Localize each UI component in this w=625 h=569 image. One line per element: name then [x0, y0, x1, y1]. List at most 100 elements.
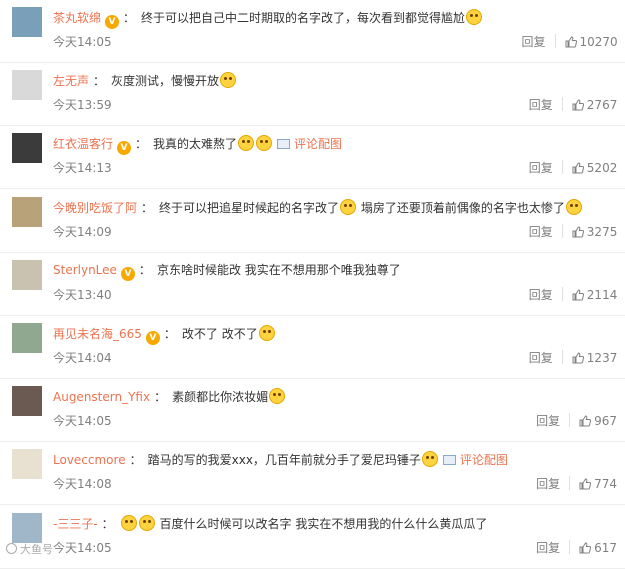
- comment-item: SterlynLee V： 京东啥时候能改 我实在不想用那个唯我独尊了 今天13:4…: [0, 253, 625, 316]
- action-divider: [569, 539, 571, 554]
- comment-time: 今天14:05: [53, 540, 112, 555]
- comment-time: 今天13:40: [53, 287, 112, 302]
- user-avatar[interactable]: [12, 133, 42, 164]
- action-divider: [554, 34, 556, 48]
- comment-content: SterlynLee V： 京东啥时候能改 我实在不想用那个唯我独尊了: [53, 262, 617, 281]
- comment-colon: ：: [154, 390, 167, 405]
- like-count: 3275: [586, 224, 618, 239]
- emoji-icon: [220, 72, 237, 89]
- comment-text: 终于可以把自己中二时期取的名字改了，每次看到都觉得尴尬: [141, 11, 466, 25]
- comment-item: 今晚别吃饭了阿 ： 终于可以把追星时候起的名字改了 塌房了还要顶着前偶像的名字也太惨…: [0, 190, 625, 253]
- comment-text: 我真的太难熬了: [153, 137, 238, 152]
- emoji-icon: [269, 388, 286, 405]
- comment-item: Loveccmore：踏马的写的我爱xxx，几百年前就分手了爱尼玛锤子 评论配图 …: [0, 442, 625, 506]
- like-count: 967: [594, 414, 617, 429]
- action-divider: [561, 223, 563, 238]
- verified-badge-icon: V: [120, 266, 135, 281]
- like-count: 2114: [586, 287, 618, 302]
- like-count: 2767: [586, 98, 618, 113]
- like-button[interactable]: 3275: [572, 224, 618, 240]
- reply-button[interactable]: 回复: [522, 34, 546, 50]
- like-count: 617: [594, 540, 617, 555]
- comment-time: 今天14:09: [53, 224, 112, 239]
- comment-username[interactable]: 今晚别吃饭了阿: [53, 201, 137, 215]
- comment-text-continued: 塌房了还要顶着前偶像的名字也太惨了: [360, 200, 565, 215]
- avatar-image: [12, 386, 42, 416]
- comment-username[interactable]: Loveccmore: [53, 453, 126, 467]
- reply-button[interactable]: 回复: [529, 350, 553, 366]
- comment-username[interactable]: SterlynLee: [53, 263, 117, 277]
- like-button[interactable]: 2767: [572, 97, 618, 113]
- verified-badge-icon: V: [117, 141, 132, 156]
- comment-colon: ：: [163, 327, 176, 341]
- action-divider: [569, 476, 571, 491]
- user-avatar[interactable]: [12, 323, 42, 353]
- user-avatar[interactable]: [12, 512, 42, 543]
- comment-text: 踏马的写的我爱xxx，几百年前就分手了爱尼玛锤子: [147, 453, 421, 468]
- user-avatar[interactable]: [12, 7, 42, 37]
- action-divider: [561, 286, 563, 301]
- comment-username[interactable]: Augenstern_Yfix: [53, 390, 150, 404]
- comment-time: 今天14:04: [53, 351, 112, 365]
- reply-button[interactable]: 回复: [529, 160, 553, 176]
- comment-item: 茶丸软绵 V： 终于可以把自己中二时期取的名字改了，每次看到都觉得尴尬 今天14:0…: [0, 0, 625, 63]
- user-avatar[interactable]: [12, 259, 42, 290]
- comment-username[interactable]: 茶丸软绵: [53, 11, 101, 25]
- comment-content: 再见未名海_665 V： 改不了 改不了: [53, 325, 617, 345]
- thumbs-up-icon: [579, 415, 592, 427]
- emoji-icon: [466, 9, 483, 25]
- thumbs-up-icon: [572, 289, 584, 301]
- comment-item: Augenstern_Yfix ： 素颜都比你浓妆媚 今天14:05 回复 967: [0, 379, 625, 443]
- comment-colon: ：: [93, 74, 106, 89]
- emoji-icon: [340, 198, 357, 215]
- comment-colon: ：: [138, 262, 151, 277]
- thumbs-up-icon: [572, 162, 584, 174]
- comment-picture-link[interactable]: 评论配图: [294, 137, 342, 151]
- comment-text: 京东啥时候能改 我实在不想用那个唯我独尊了: [156, 262, 401, 277]
- user-avatar[interactable]: [12, 196, 42, 227]
- comment-username[interactable]: 红衣温客行: [53, 137, 113, 151]
- comment-text: 灰度测试，慢慢开放: [111, 74, 220, 89]
- like-button[interactable]: 774: [579, 476, 617, 492]
- comment-time: 今天14:13: [53, 161, 112, 176]
- comment-username[interactable]: 左无声: [53, 74, 89, 88]
- action-divider: [561, 160, 563, 175]
- reply-button[interactable]: 回复: [529, 287, 553, 303]
- emoji-icon: [238, 135, 255, 152]
- thumbs-up-icon: [572, 352, 584, 364]
- comment-picture-icon[interactable]: [442, 455, 456, 466]
- reply-button[interactable]: 回复: [529, 97, 553, 113]
- comment-time: 今天14:08: [53, 477, 112, 492]
- watermark: 大鱼号: [6, 541, 53, 557]
- avatar-image: [12, 323, 42, 353]
- thumbs-up-icon: [572, 226, 584, 238]
- like-button[interactable]: 967: [579, 413, 617, 429]
- user-avatar[interactable]: [12, 386, 42, 417]
- watermark-logo-icon: [6, 543, 17, 554]
- comment-text: 终于可以把追星时候起的名字改了: [159, 200, 340, 215]
- thumbs-up-icon: [579, 542, 592, 554]
- reply-button[interactable]: 回复: [536, 476, 560, 492]
- like-button[interactable]: 617: [579, 540, 617, 556]
- comment-text: 改不了 改不了: [181, 327, 258, 341]
- thumbs-up-icon: [579, 478, 592, 490]
- like-button[interactable]: 10270: [565, 34, 618, 50]
- user-avatar[interactable]: [12, 449, 42, 480]
- comment-username[interactable]: 再见未名海_665: [53, 327, 142, 341]
- avatar-image: [12, 513, 42, 543]
- reply-button[interactable]: 回复: [536, 413, 560, 429]
- like-count: 10270: [579, 35, 618, 49]
- thumbs-up-icon: [565, 36, 577, 48]
- comment-picture-link[interactable]: 评论配图: [460, 453, 508, 467]
- like-button[interactable]: 1237: [572, 350, 617, 366]
- comment-username[interactable]: -三三子-: [53, 517, 98, 531]
- like-button[interactable]: 2114: [572, 287, 618, 303]
- like-button[interactable]: 5202: [572, 160, 617, 176]
- emoji-icon: [138, 514, 155, 531]
- reply-button[interactable]: 回复: [529, 224, 553, 240]
- avatar-image: [12, 197, 42, 227]
- comment-picture-icon[interactable]: [277, 139, 291, 150]
- emoji-icon: [421, 451, 438, 468]
- user-avatar[interactable]: [12, 70, 42, 101]
- reply-button[interactable]: 回复: [536, 540, 560, 556]
